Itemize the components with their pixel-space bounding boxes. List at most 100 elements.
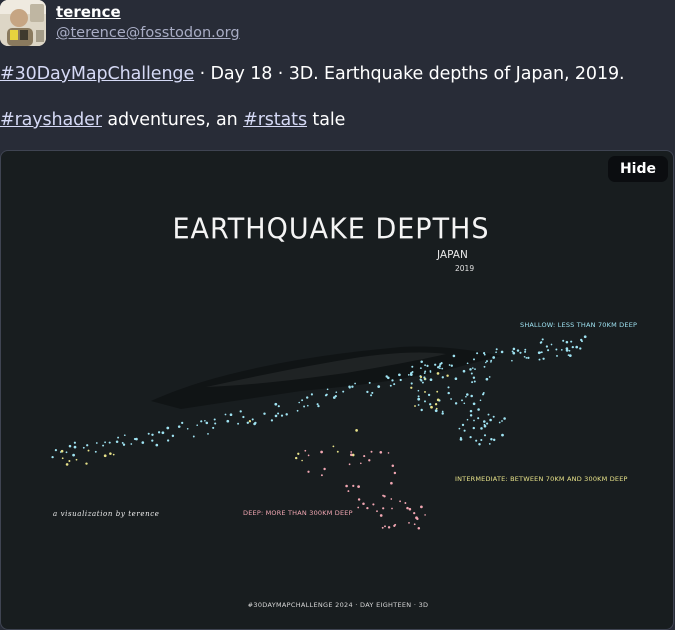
quake-point — [212, 426, 215, 429]
quake-point — [466, 393, 469, 396]
hashtag-link[interactable]: #30DayMapChallenge — [0, 64, 194, 84]
quake-point — [480, 438, 483, 442]
quake-point — [370, 450, 373, 453]
quake-point — [555, 348, 558, 351]
quake-point — [512, 347, 516, 351]
quake-point — [246, 421, 249, 424]
quake-point — [471, 367, 474, 369]
quake-point — [470, 372, 473, 375]
quake-point — [420, 360, 423, 364]
map-title: EARTHQUAKE DEPTHS — [172, 213, 490, 246]
quake-point — [492, 415, 495, 418]
quake-point — [417, 395, 420, 398]
quake-point — [301, 459, 303, 462]
quake-point — [477, 408, 480, 411]
quake-point — [434, 409, 438, 413]
quake-point — [121, 441, 124, 444]
quake-point — [413, 511, 416, 515]
quake-point — [316, 403, 319, 406]
map-footer: #30DAYMAPCHALLENGE 2024 · DAY EIGHTEEN ·… — [247, 601, 429, 609]
quake-point — [391, 464, 395, 468]
hashtag-link[interactable]: #rayshader — [0, 110, 102, 130]
quake-point — [483, 423, 486, 426]
quake-point — [303, 405, 306, 408]
quake-point — [466, 362, 469, 365]
quake-point — [436, 366, 440, 369]
quake-point — [357, 498, 361, 501]
quake-point — [477, 417, 480, 420]
quake-point — [112, 453, 115, 456]
quake-point — [523, 355, 526, 358]
display-name[interactable]: terence — [56, 3, 121, 21]
quake-point — [424, 514, 426, 516]
quake-point — [85, 462, 88, 465]
quake-point — [436, 390, 439, 393]
quake-point — [301, 399, 304, 402]
quake-point — [476, 352, 479, 355]
media-attachment[interactable]: EARTHQUAKE DEPTHS JAPAN 2019 SHALLOW: LE… — [0, 150, 674, 630]
quake-point — [471, 381, 474, 384]
map-subtitle: JAPAN — [437, 249, 468, 261]
quake-point — [362, 502, 365, 506]
hashtag-link[interactable]: #rstats — [243, 110, 307, 130]
quake-point — [239, 410, 242, 413]
quake-point — [277, 412, 280, 415]
quake-point — [459, 438, 463, 441]
quake-point — [421, 381, 424, 384]
quake-point — [452, 354, 456, 358]
quake-point — [82, 446, 85, 449]
quake-point — [104, 441, 106, 444]
quake-point — [419, 375, 423, 379]
quake-point — [204, 420, 206, 422]
quake-point — [51, 455, 54, 459]
quake-point — [304, 449, 307, 452]
quake-point — [488, 442, 491, 445]
quake-point — [527, 356, 530, 360]
quake-point — [556, 354, 558, 357]
quake-point — [134, 438, 137, 441]
quake-point — [483, 434, 487, 437]
quake-point — [166, 439, 170, 442]
quake-point — [348, 463, 351, 466]
quake-point — [420, 408, 423, 412]
quake-point — [417, 389, 420, 392]
quake-point — [448, 364, 451, 366]
quake-point — [381, 526, 384, 529]
quake-point — [524, 348, 527, 351]
quake-point — [473, 380, 476, 383]
deep-label: DEEP: MORE THAN 300KM DEEP — [243, 509, 353, 517]
quake-point — [73, 445, 77, 449]
quake-point — [355, 429, 358, 432]
quake-point — [450, 398, 452, 400]
quake-point — [436, 372, 440, 375]
hide-media-button[interactable]: Hide — [607, 156, 668, 182]
quake-point — [226, 419, 230, 423]
quake-point — [469, 368, 472, 371]
quake-point — [205, 421, 209, 425]
quake-point — [408, 507, 412, 511]
quake-point — [579, 347, 582, 350]
quake-point — [565, 347, 569, 350]
quake-point — [501, 433, 504, 437]
quake-point — [475, 439, 478, 442]
quake-point — [490, 361, 492, 363]
account-handle[interactable]: @terence@fosstodon.org — [56, 25, 240, 41]
quake-point — [503, 417, 506, 420]
avatar[interactable] — [0, 0, 46, 46]
quake-point — [151, 439, 154, 442]
quake-point — [419, 367, 422, 370]
quake-point — [441, 412, 444, 415]
quake-point — [196, 424, 199, 427]
quake-point — [575, 345, 579, 349]
quake-point — [393, 524, 396, 527]
status-text: · Day 18 · 3D. Earthquake depths of Japa… — [194, 64, 625, 84]
quake-point — [75, 458, 78, 461]
quake-point — [489, 418, 492, 422]
quake-point — [73, 441, 76, 444]
quake-point — [242, 415, 245, 419]
quake-point — [404, 502, 407, 504]
quake-point — [171, 434, 175, 438]
quake-point — [424, 390, 426, 393]
quake-point — [130, 443, 133, 445]
quake-point — [370, 394, 373, 397]
